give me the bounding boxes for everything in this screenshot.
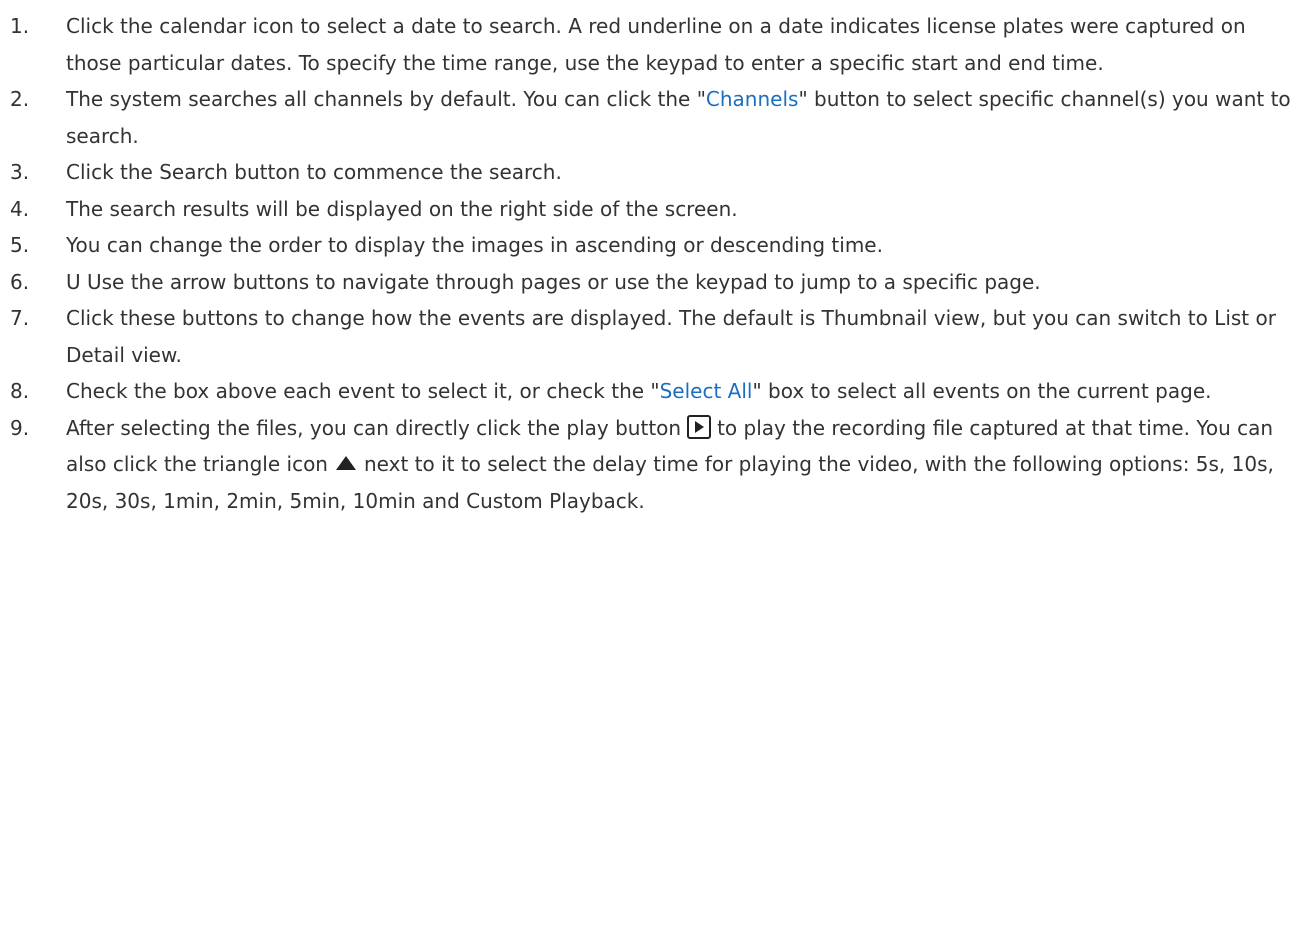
step-number: 8. <box>10 379 30 403</box>
step-8: 8. Check the box above each event to sel… <box>0 373 1314 410</box>
step-9: 9. After selecting the files, you can di… <box>0 410 1314 520</box>
step-text-part-1: After selecting the files, you can direc… <box>66 415 682 440</box>
step-text: U Use the arrow buttons to navigate thro… <box>66 269 1041 294</box>
step-5: 5. You can change the order to display t… <box>0 227 1314 264</box>
step-text: Click these buttons to change how the ev… <box>66 306 1276 367</box>
select-all-reference: Select All <box>659 379 753 403</box>
triangle-up-icon <box>335 456 356 470</box>
step-number: 3. <box>10 160 30 184</box>
step-4: 4. The search results will be displayed … <box>0 191 1314 228</box>
step-number: 7. <box>10 306 30 330</box>
channels-button-reference: Channels <box>705 87 799 111</box>
step-1: 1. Click the calendar icon to select a d… <box>0 8 1314 81</box>
step-7: 7. Click these buttons to change how the… <box>0 300 1314 373</box>
step-text: You can change the order to display the … <box>66 233 883 257</box>
step-number: 6. <box>10 269 30 294</box>
step-3: 3. Click the Search button to commence t… <box>0 154 1314 191</box>
step-number: 5. <box>10 233 30 257</box>
step-text: Click the calendar icon to select a date… <box>66 14 1246 75</box>
step-text: The search results will be displayed on … <box>66 196 738 221</box>
instructions-list: 1. Click the calendar icon to select a d… <box>0 8 1314 519</box>
step-text-after: " box to select all events on the curren… <box>752 379 1212 403</box>
step-number: 2. <box>10 87 30 111</box>
step-number: 1. <box>10 14 30 38</box>
play-button-icon <box>687 414 712 439</box>
step-text: Click the Search button to commence the … <box>66 160 562 184</box>
step-2: 2. The system searches all channels by d… <box>0 81 1314 154</box>
step-number: 9. <box>10 415 30 440</box>
step-text-before: The system searches all channels by defa… <box>66 87 706 111</box>
step-text-before: Check the box above each event to select… <box>66 379 660 403</box>
step-6: 6. U Use the arrow buttons to navigate t… <box>0 264 1314 301</box>
step-number: 4. <box>10 196 30 221</box>
